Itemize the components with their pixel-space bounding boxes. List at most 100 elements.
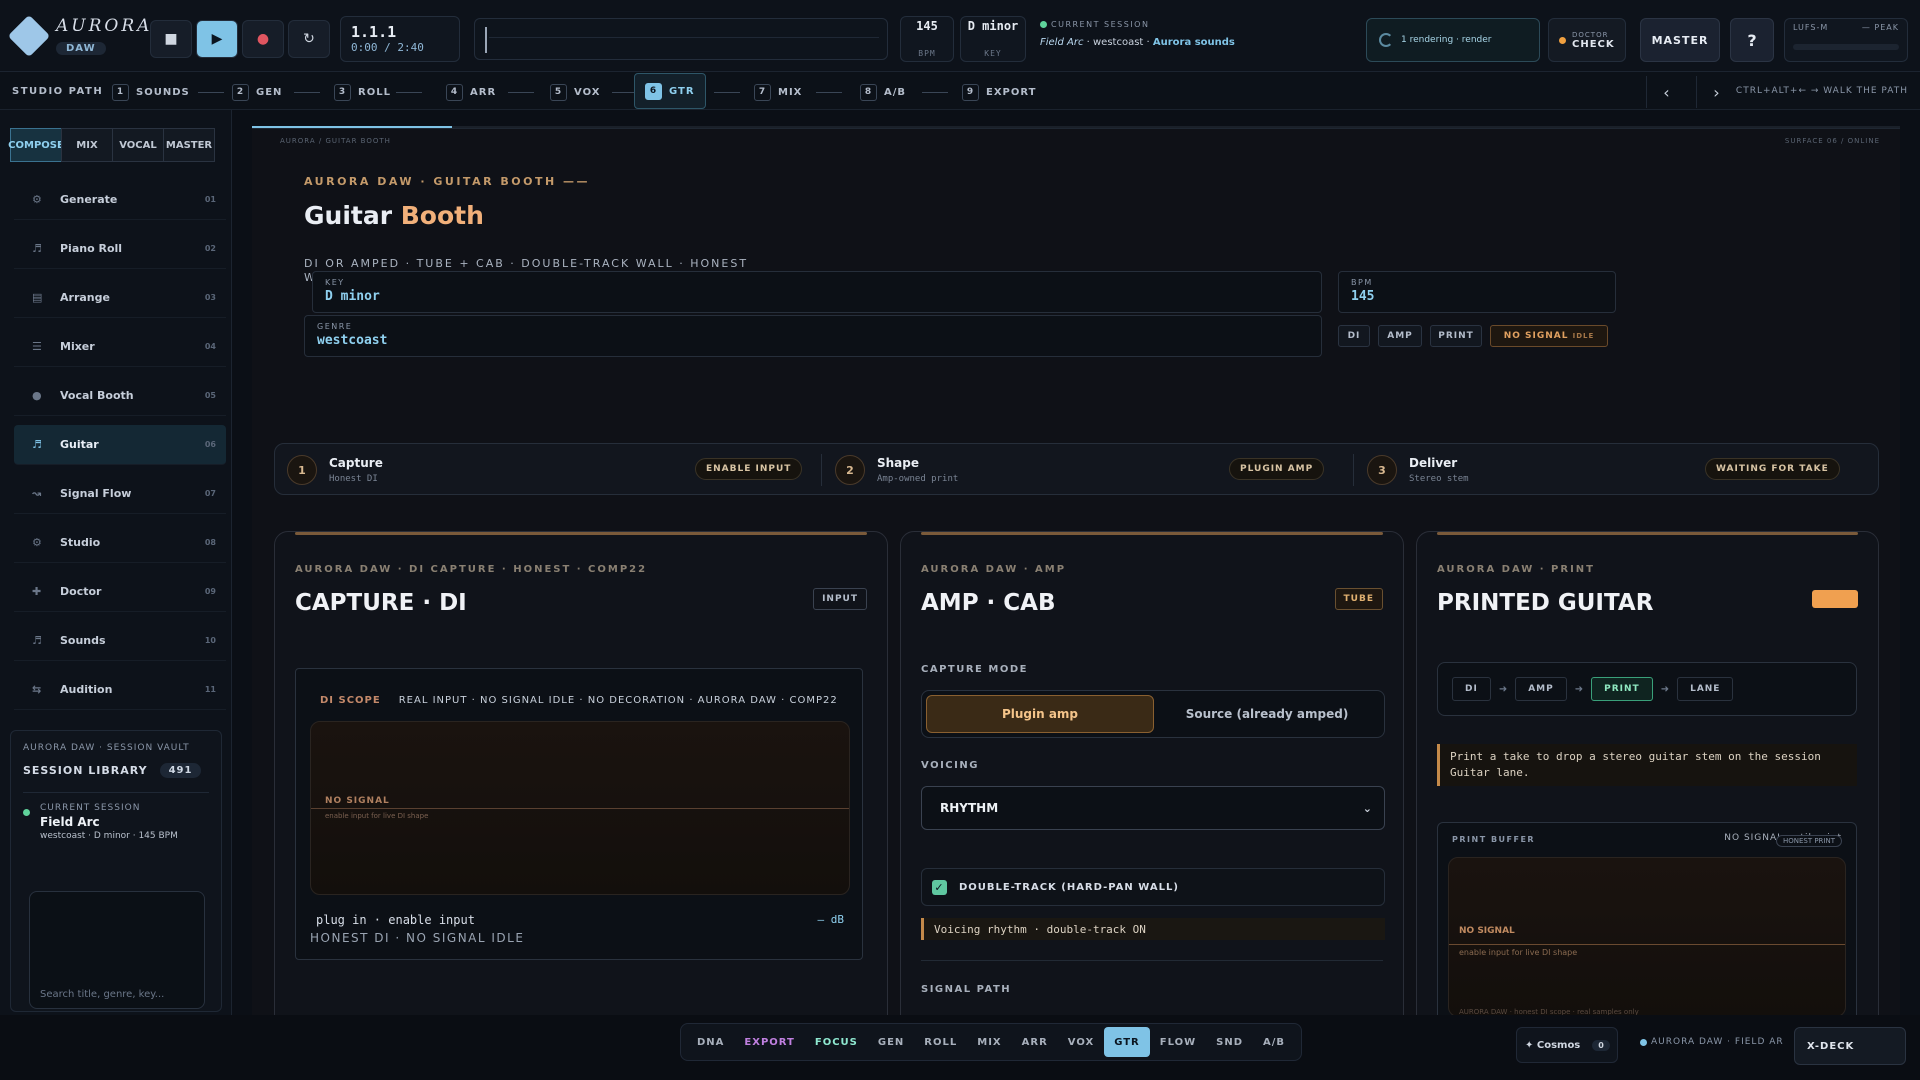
- path-step-ab[interactable]: 8 A/B: [860, 80, 906, 104]
- dock-tab-arr[interactable]: ARR: [1012, 1027, 1058, 1057]
- dock-tab-gen[interactable]: GEN: [868, 1027, 914, 1057]
- mode-tab-compose[interactable]: COMPOSE: [8, 128, 64, 162]
- sidebar-item-icon: ☰: [32, 340, 42, 353]
- path-step-gtr[interactable]: 6 GTR: [634, 73, 706, 109]
- x-deck-button[interactable]: X-DECK: [1794, 1027, 1906, 1065]
- workflow-step-shape[interactable]: 2 Shape Amp-owned print: [835, 444, 958, 496]
- mode-source-amped[interactable]: Source (already amped): [1154, 695, 1380, 733]
- key-display[interactable]: D minor KEY: [960, 16, 1026, 62]
- chain-pill-di[interactable]: DI: [1338, 325, 1370, 347]
- session-label: CURRENT SESSION: [1051, 20, 1150, 29]
- workflow-step-tag[interactable]: WAITING FOR TAKE: [1705, 458, 1840, 480]
- sidebar-item-number: 11: [204, 685, 216, 694]
- signal-text: NO SIGNAL: [1503, 331, 1569, 341]
- workflow-step-capture[interactable]: 1 Capture Honest DI: [287, 444, 383, 496]
- doctor-check-button[interactable]: DOCTOR CHECK: [1548, 18, 1626, 62]
- mode-tab-mix[interactable]: MIX: [61, 128, 113, 162]
- dock-tab-ab[interactable]: A/B: [1253, 1027, 1295, 1057]
- dock-tab-mix[interactable]: MIX: [967, 1027, 1011, 1057]
- page-eyebrow: AURORA DAW · GUITAR BOOTH ——: [304, 175, 591, 188]
- path-step-label: A/B: [884, 86, 907, 98]
- path-step-roll[interactable]: 3 ROLL: [334, 80, 391, 104]
- path-step-export[interactable]: 9 EXPORT: [962, 80, 1036, 104]
- app-logo[interactable]: AURORA DAW: [7, 14, 152, 57]
- dock-tab-gtr[interactable]: GTR: [1104, 1027, 1150, 1057]
- path-step-mix[interactable]: 7 MIX: [754, 80, 802, 104]
- workflow-step-tag[interactable]: PLUGIN AMP: [1229, 458, 1325, 480]
- di-scope-label: DI SCOPE: [320, 695, 381, 706]
- chain-di[interactable]: DI: [1452, 677, 1491, 701]
- mode-tab-master[interactable]: MASTER: [163, 128, 215, 162]
- help-button[interactable]: ?: [1730, 18, 1774, 62]
- path-next-button[interactable]: ›: [1696, 76, 1736, 108]
- timeline-overview[interactable]: [474, 18, 888, 60]
- workflow-step-deliver[interactable]: 3 Deliver Stereo stem: [1367, 444, 1469, 496]
- dock-tab-focus[interactable]: FOCUS: [805, 1027, 868, 1057]
- bpm-display[interactable]: 145 BPM: [900, 16, 954, 62]
- bpm-field[interactable]: BPM 145: [1338, 271, 1616, 313]
- print-note: Print a take to drop a stereo guitar ste…: [1437, 744, 1857, 786]
- sidebar-item-piano-roll[interactable]: ♬ Piano Roll 02: [14, 229, 226, 269]
- play-button[interactable]: ▶: [196, 20, 238, 58]
- sidebar-item-generate[interactable]: ⚙ Generate 01: [14, 180, 226, 220]
- path-connector: [816, 92, 842, 93]
- mode-tab-vocal[interactable]: VOCAL: [112, 128, 164, 162]
- genre-field[interactable]: GENRE westcoast: [304, 315, 1322, 357]
- voicing-select[interactable]: RHYTHM ⌄: [921, 786, 1385, 830]
- capture-title: CAPTURE · DI: [295, 590, 467, 616]
- key-field[interactable]: KEY D minor: [312, 271, 1322, 313]
- chain-print[interactable]: PRINT: [1591, 677, 1653, 701]
- dock-tab-export[interactable]: EXPORT: [734, 1027, 804, 1057]
- workflow-step-tag[interactable]: ENABLE INPUT: [695, 458, 803, 480]
- path-prev-button[interactable]: ‹: [1646, 76, 1686, 108]
- chain-pill-print[interactable]: PRINT: [1430, 325, 1482, 347]
- master-button[interactable]: MASTER: [1640, 18, 1720, 62]
- sidebar-item-studio[interactable]: ⚙ Studio 08: [14, 523, 226, 563]
- cosmos-button[interactable]: ✦ Cosmos 0: [1516, 1027, 1618, 1063]
- lufs-label: LUFS-M: [1793, 23, 1829, 32]
- sidebar-item-number: 08: [204, 538, 216, 547]
- path-step-gen[interactable]: 2 GEN: [232, 80, 282, 104]
- path-step-arr[interactable]: 4 ARR: [446, 80, 496, 104]
- workflow-step-sub: Stereo stem: [1409, 474, 1469, 484]
- sidebar-item-vocal-booth[interactable]: ● Vocal Booth 05: [14, 376, 226, 416]
- surface-status: SURFACE 06 / ONLINE: [1784, 137, 1880, 145]
- vault-current-session[interactable]: CURRENT SESSION Field Arc westcoast · D …: [23, 792, 209, 841]
- chain-lane[interactable]: LANE: [1677, 677, 1734, 701]
- chain-pill-amp[interactable]: AMP: [1378, 325, 1422, 347]
- playhead[interactable]: [485, 27, 487, 53]
- mode-plugin-amp[interactable]: Plugin amp: [926, 695, 1154, 733]
- path-connector: [396, 92, 422, 93]
- sidebar-item-signal-flow[interactable]: ↝ Signal Flow 07: [14, 474, 226, 514]
- record-button[interactable]: ●: [242, 20, 284, 58]
- double-track-checkbox[interactable]: ✓ DOUBLE-TRACK (HARD-PAN WALL): [921, 868, 1385, 906]
- amp-tube-badge[interactable]: TUBE: [1334, 588, 1383, 610]
- sidebar-item-guitar[interactable]: ♬ Guitar 06: [14, 425, 226, 465]
- chain-amp[interactable]: AMP: [1515, 677, 1567, 701]
- path-shortcut-hint: CTRL+ALT+← → WALK THE PATH: [1735, 86, 1908, 96]
- current-session[interactable]: CURRENT SESSION Field Arc · westcoast · …: [1032, 16, 1342, 62]
- dock-tab-snd[interactable]: SND: [1206, 1027, 1253, 1057]
- doctor-line2: CHECK: [1572, 38, 1615, 50]
- path-step-sounds[interactable]: 1 SOUNDS: [112, 80, 190, 104]
- guitar-booth-panel: AURORA / GUITAR BOOTH SURFACE 06 / ONLIN…: [252, 128, 1900, 1016]
- sidebar-item-mixer[interactable]: ☰ Mixer 04: [14, 327, 226, 367]
- path-step-vox[interactable]: 5 VOX: [550, 80, 600, 104]
- dock-tab-roll[interactable]: ROLL: [914, 1027, 967, 1057]
- loop-button[interactable]: ↻: [288, 20, 330, 58]
- render-status[interactable]: 1 rendering · render: [1366, 18, 1540, 62]
- capture-input-badge[interactable]: INPUT: [813, 588, 867, 610]
- dock-tab-flow[interactable]: FLOW: [1150, 1027, 1206, 1057]
- dock-tab-vox[interactable]: VOX: [1058, 1027, 1104, 1057]
- sidebar-item-audition[interactable]: ⇆ Audition 11: [14, 670, 226, 710]
- sidebar-item-label: Audition: [60, 683, 113, 696]
- sidebar-item-icon: ♬: [32, 242, 42, 255]
- print-record-toggle[interactable]: [1812, 590, 1858, 608]
- honest-print-badge: HONEST PRINT: [1775, 835, 1842, 847]
- sidebar-item-doctor[interactable]: ✚ Doctor 09: [14, 572, 226, 612]
- stop-button[interactable]: ■: [150, 20, 192, 58]
- session-search-input[interactable]: Search title, genre, key...: [29, 891, 205, 1009]
- sidebar-item-sounds[interactable]: ♬ Sounds 10: [14, 621, 226, 661]
- sidebar-item-arrange[interactable]: ▤ Arrange 03: [14, 278, 226, 318]
- dock-tab-dna[interactable]: DNA: [687, 1027, 734, 1057]
